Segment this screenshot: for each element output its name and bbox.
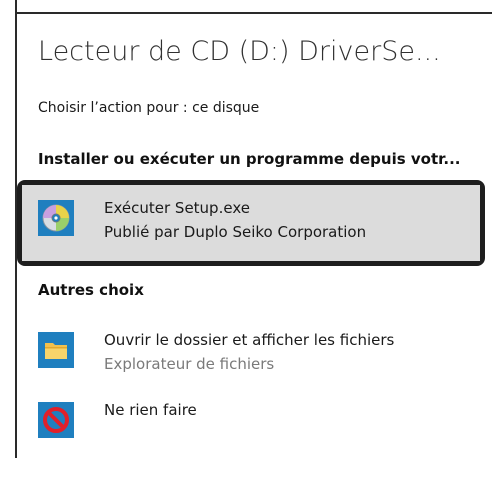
- option-open-folder-text: Ouvrir le dossier et afficher les fichie…: [104, 328, 394, 376]
- frame-border-top: [15, 12, 492, 14]
- option-run-setup-publisher: Publié par Duplo Seiko Corporation: [104, 223, 367, 241]
- autoplay-dialog: Lecteur de CD (D:) DriverSe... Choisir l…: [0, 0, 492, 484]
- option-run-setup-title: Exécuter Setup.exe: [104, 199, 250, 217]
- option-do-nothing-title: Ne rien faire: [104, 401, 197, 419]
- section-header-other: Autres choix: [38, 281, 144, 299]
- option-open-folder-title: Ouvrir le dossier et afficher les fichie…: [104, 331, 395, 349]
- dialog-subtitle: Choisir l’action pour : ce disque: [38, 100, 260, 116]
- dialog-title: Lecteur de CD (D:) DriverSe...: [38, 36, 441, 67]
- section-header-install: Installer ou exécuter un programme depui…: [38, 150, 461, 168]
- option-run-setup-text: Exécuter Setup.exe Publié par Duplo Seik…: [104, 196, 366, 244]
- option-do-nothing-text: Ne rien faire: [104, 398, 197, 422]
- cd-disc-icon: [38, 200, 74, 236]
- option-open-folder-app: Explorateur de fichiers: [104, 355, 275, 373]
- no-entry-icon: [38, 402, 74, 438]
- folder-icon: [38, 332, 74, 368]
